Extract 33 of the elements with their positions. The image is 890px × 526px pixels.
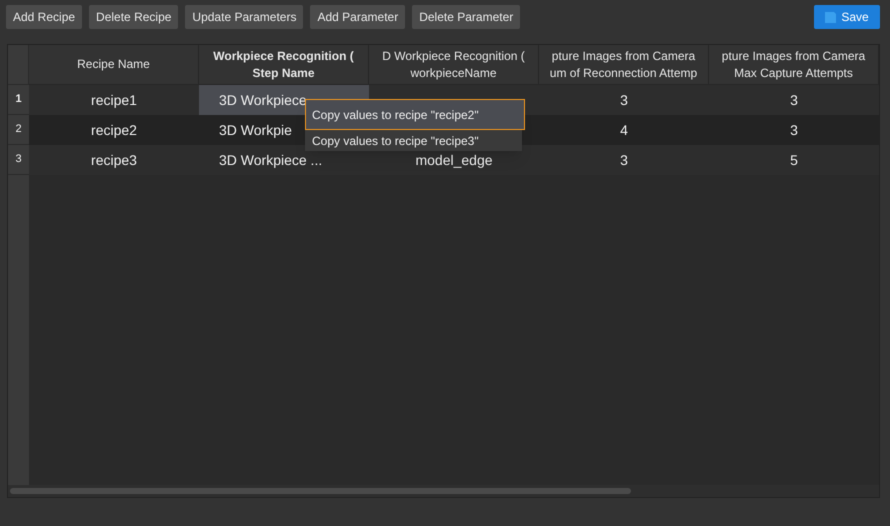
cell-text: 3 xyxy=(790,90,798,110)
cell-text: 3 xyxy=(620,90,628,110)
column-header[interactable]: pture Images from Camera um of Reconnection Attemp xyxy=(539,45,709,85)
column-header[interactable]: pture Images from Camera Max Capture Attempts xyxy=(709,45,879,85)
scrollbar-thumb[interactable] xyxy=(10,488,631,494)
corner-header[interactable] xyxy=(8,45,29,85)
menu-item[interactable]: Copy values to recipe "recipe2" xyxy=(305,99,525,130)
toolbar-button[interactable]: Add Recipe xyxy=(6,5,82,29)
cell-text: recipe3 xyxy=(91,150,137,170)
save-button[interactable]: Save xyxy=(814,5,880,29)
cell-text: recipe1 xyxy=(91,90,137,110)
column-header[interactable]: Workpiece Recognition ( Step Name xyxy=(199,45,369,85)
cell-text: 3D Workpie xyxy=(219,120,292,140)
toolbar-button[interactable]: Delete Parameter xyxy=(412,5,520,29)
cell-text: 3D Workpiece xyxy=(219,90,307,110)
toolbar-button[interactable]: Delete Recipe xyxy=(89,5,178,29)
column-header[interactable]: D Workpiece Recognition ( workpieceName xyxy=(369,45,539,85)
row-number[interactable]: 2 xyxy=(8,115,29,145)
toolbar-button[interactable]: Update Parameters xyxy=(185,5,304,29)
cell-text: 5 xyxy=(790,150,798,170)
save-icon xyxy=(825,12,836,22)
row-number[interactable]: 1 xyxy=(8,85,29,115)
cell-text: 3 xyxy=(620,150,628,170)
cell-text: 3D Workpiece ... xyxy=(219,150,322,170)
row-number[interactable]: 3 xyxy=(8,145,29,175)
cell-text: 3 xyxy=(790,120,798,140)
toolbar-button[interactable]: Add Parameter xyxy=(310,5,406,29)
column-header[interactable]: Recipe Name xyxy=(29,45,199,85)
cell-text: 4 xyxy=(620,120,628,140)
cell-text: recipe2 xyxy=(91,120,137,140)
cell-text: model_edge xyxy=(415,150,493,170)
horizontal-scrollbar[interactable] xyxy=(8,485,879,497)
menu-item[interactable]: Copy values to recipe "recipe3" xyxy=(305,130,522,151)
